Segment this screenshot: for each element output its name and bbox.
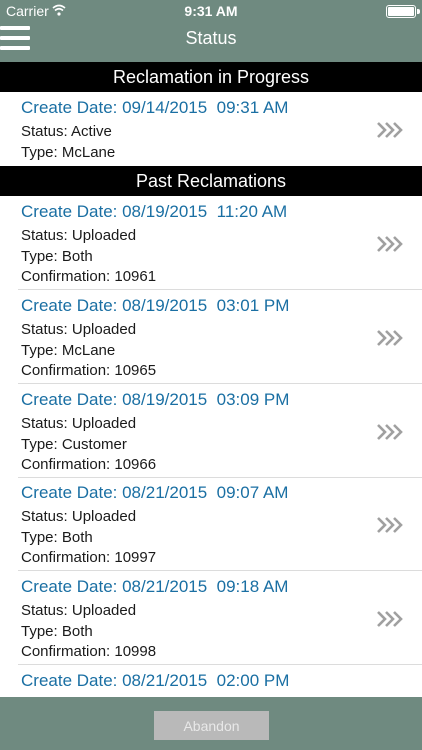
triple-chevron-right-icon <box>377 236 403 252</box>
triple-chevron-right-icon <box>377 517 403 533</box>
type-text: Type: Customer <box>21 436 127 453</box>
status-text: Status: Uploaded <box>21 508 137 525</box>
status-text: Status: Uploaded <box>21 602 137 619</box>
create-date: Create Date: 08/21/2015 09:18 AM <box>21 577 289 596</box>
create-date: Create Date: 08/19/2015 03:01 PM <box>21 296 290 315</box>
status-text: Status: Uploaded <box>21 415 137 432</box>
section-header-in-progress: Reclamation in Progress <box>0 62 422 92</box>
create-date: Create Date: 08/21/2015 09:07 AM <box>21 483 289 502</box>
confirmation-text: Confirmation: 10965 <box>21 362 157 379</box>
triple-chevron-right-icon <box>377 424 403 440</box>
create-date: Create Date: 08/19/2015 03:09 PM <box>21 390 290 409</box>
type-text: Type: Both <box>21 248 93 265</box>
section-header-past: Past Reclamations <box>0 166 422 196</box>
reclamation-row[interactable]: Create Date: 08/19/2015 03:01 PM Status:… <box>0 290 422 384</box>
triple-chevron-right-icon <box>377 122 403 138</box>
reclamation-row[interactable]: Create Date: 08/21/2015 02:00 PM <box>0 665 422 697</box>
triple-chevron-right-icon <box>377 611 403 627</box>
create-date: Create Date: 09/14/2015 09:31 AM <box>21 98 289 117</box>
confirmation-text: Confirmation: 10998 <box>21 643 157 660</box>
confirmation-text: Confirmation: 10997 <box>21 549 157 566</box>
clock: 9:31 AM <box>184 3 238 19</box>
reclamation-row-in-progress[interactable]: Create Date: 09/14/2015 09:31 AM Status:… <box>0 92 422 166</box>
type-text: Type: Both <box>21 623 93 640</box>
reclamation-row[interactable]: Create Date: 08/21/2015 09:18 AM Status:… <box>0 571 422 665</box>
page-title: Status <box>185 28 237 48</box>
bottom-toolbar: Abandon <box>0 697 422 750</box>
battery-icon <box>386 5 420 18</box>
confirmation-text: Confirmation: 10961 <box>21 268 157 285</box>
reclamation-row[interactable]: Create Date: 08/19/2015 03:09 PM Status:… <box>0 384 422 478</box>
create-date: Create Date: 08/21/2015 02:00 PM <box>21 671 290 690</box>
type-text: Type: McLane <box>21 144 116 161</box>
reclamation-row[interactable]: Create Date: 08/21/2015 09:07 AM Status:… <box>0 477 422 571</box>
create-date: Create Date: 08/19/2015 11:20 AM <box>21 202 288 221</box>
nav-bar: Status <box>0 22 422 62</box>
triple-chevron-right-icon <box>377 330 403 346</box>
reclamation-row[interactable]: Create Date: 08/19/2015 11:20 AM Status:… <box>0 196 422 290</box>
status-text: Status: Active <box>21 123 112 140</box>
abandon-button[interactable]: Abandon <box>154 711 269 740</box>
status-text: Status: Uploaded <box>21 321 137 338</box>
status-text: Status: Uploaded <box>21 227 137 244</box>
status-bar: Carrier 9:31 AM <box>0 0 422 22</box>
type-text: Type: Both <box>21 529 93 546</box>
type-text: Type: McLane <box>21 342 116 359</box>
confirmation-text: Confirmation: 10966 <box>21 456 157 473</box>
